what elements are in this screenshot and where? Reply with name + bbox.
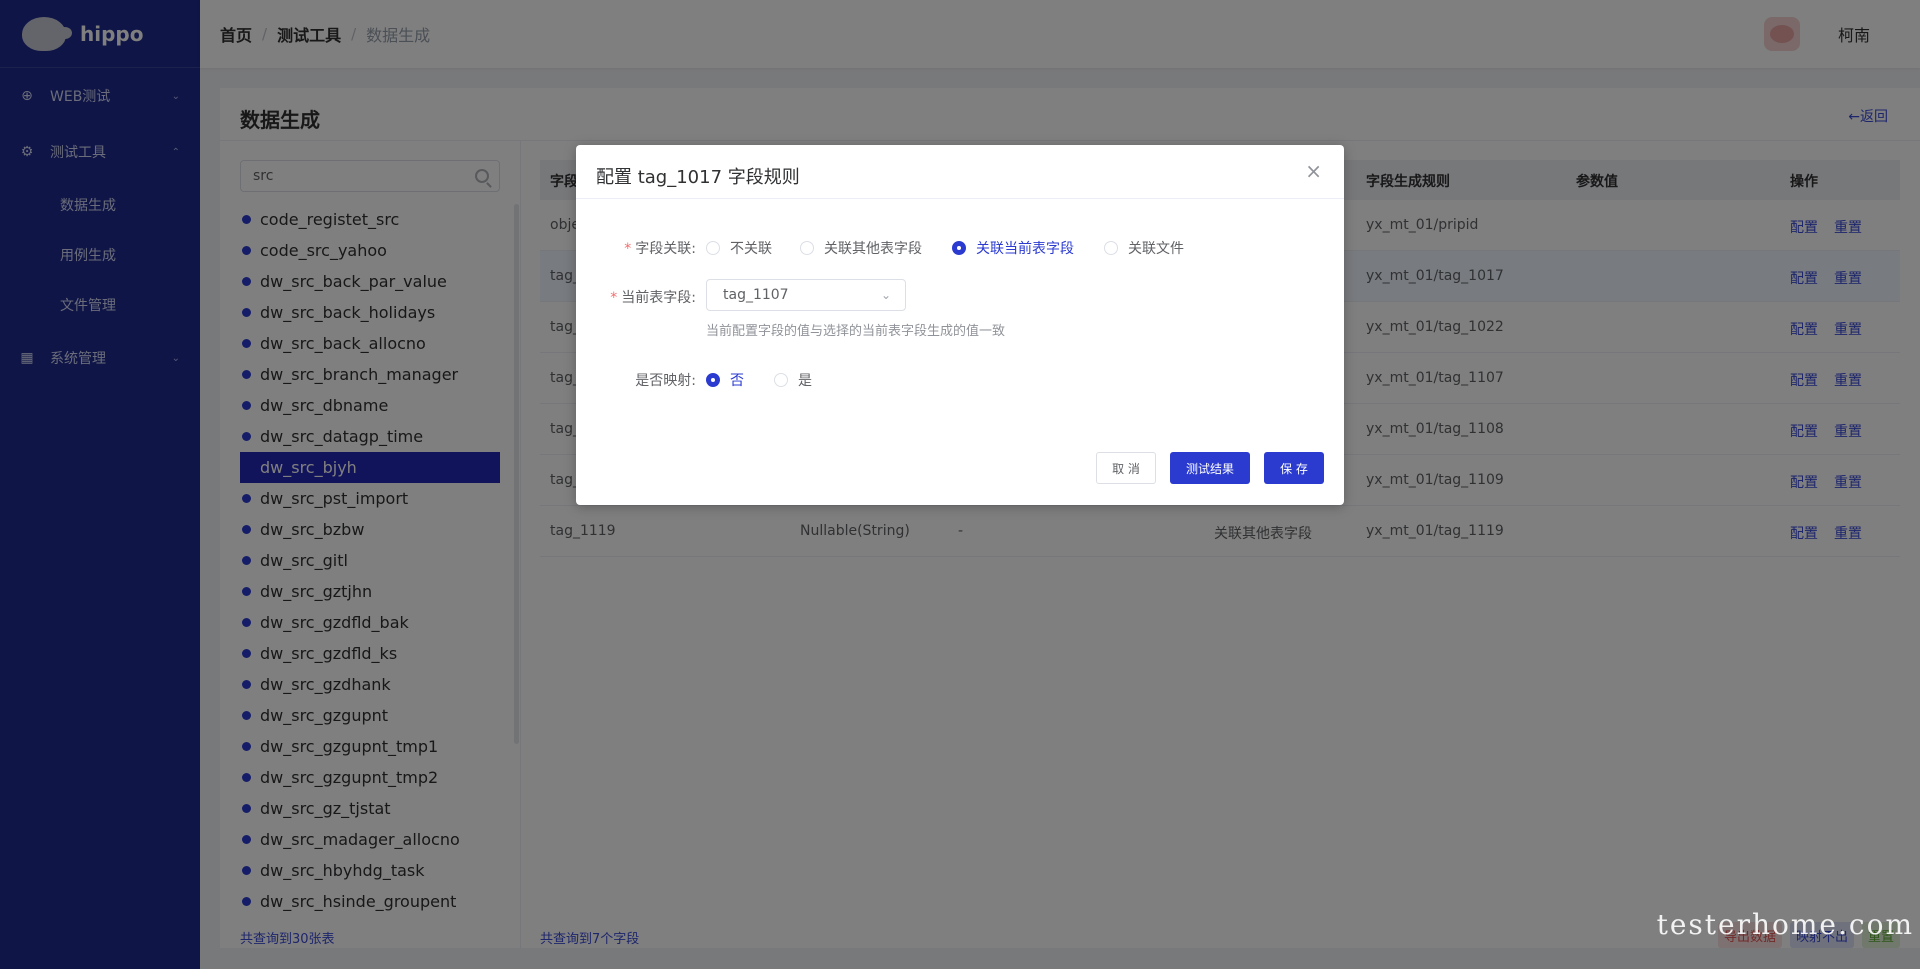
current-field-value: tag_1107 — [723, 287, 789, 303]
watermark: testerhome.com — [1656, 908, 1914, 941]
radio-label: 否 — [730, 373, 744, 389]
close-icon[interactable]: × — [1305, 161, 1322, 181]
current-field-hint: 当前配置字段的值与选择的当前表字段生成的值一致 — [706, 324, 1006, 339]
chevron-down-icon: ⌄ — [880, 288, 891, 302]
divider — [576, 198, 1344, 199]
dialog-title: 配置 tag_1017 字段规则 — [596, 167, 800, 188]
radio-circle-icon — [952, 241, 966, 255]
required-mark: * — [624, 241, 632, 257]
radio-label: 不关联 — [730, 241, 772, 257]
mapping-radio-0[interactable]: 否 — [706, 370, 744, 390]
relation-radio-1[interactable]: 关联其他表字段 — [800, 238, 922, 258]
save-button[interactable]: 保 存 — [1264, 452, 1324, 484]
relation-radio-0[interactable]: 不关联 — [706, 238, 772, 258]
radio-label: 关联其他表字段 — [824, 241, 922, 257]
radio-label: 关联文件 — [1128, 241, 1184, 257]
radio-circle-icon — [1104, 241, 1118, 255]
relation-label: * 字段关联: — [624, 241, 696, 257]
radio-circle-icon — [774, 373, 788, 387]
radio-circle-icon — [800, 241, 814, 255]
radio-circle-icon — [706, 241, 720, 255]
test-result-button[interactable]: 测试结果 — [1170, 452, 1250, 484]
required-mark: * — [610, 290, 618, 306]
mapping-label: 是否映射: — [635, 373, 696, 389]
current-field-select[interactable]: tag_1107 ⌄ — [706, 279, 906, 311]
radio-label: 关联当前表字段 — [976, 241, 1074, 257]
radio-label: 是 — [798, 373, 812, 389]
relation-radio-3[interactable]: 关联文件 — [1104, 238, 1184, 258]
relation-radio-2[interactable]: 关联当前表字段 — [952, 238, 1074, 258]
field-rule-dialog: 配置 tag_1017 字段规则 × * 字段关联: 不关联 关联其他表字段 关联当前… — [576, 145, 1344, 505]
cancel-button[interactable]: 取 消 — [1096, 452, 1156, 484]
current-field-label: * 当前表字段: — [610, 290, 696, 306]
radio-circle-icon — [706, 373, 720, 387]
mapping-radio-1[interactable]: 是 — [774, 370, 812, 390]
